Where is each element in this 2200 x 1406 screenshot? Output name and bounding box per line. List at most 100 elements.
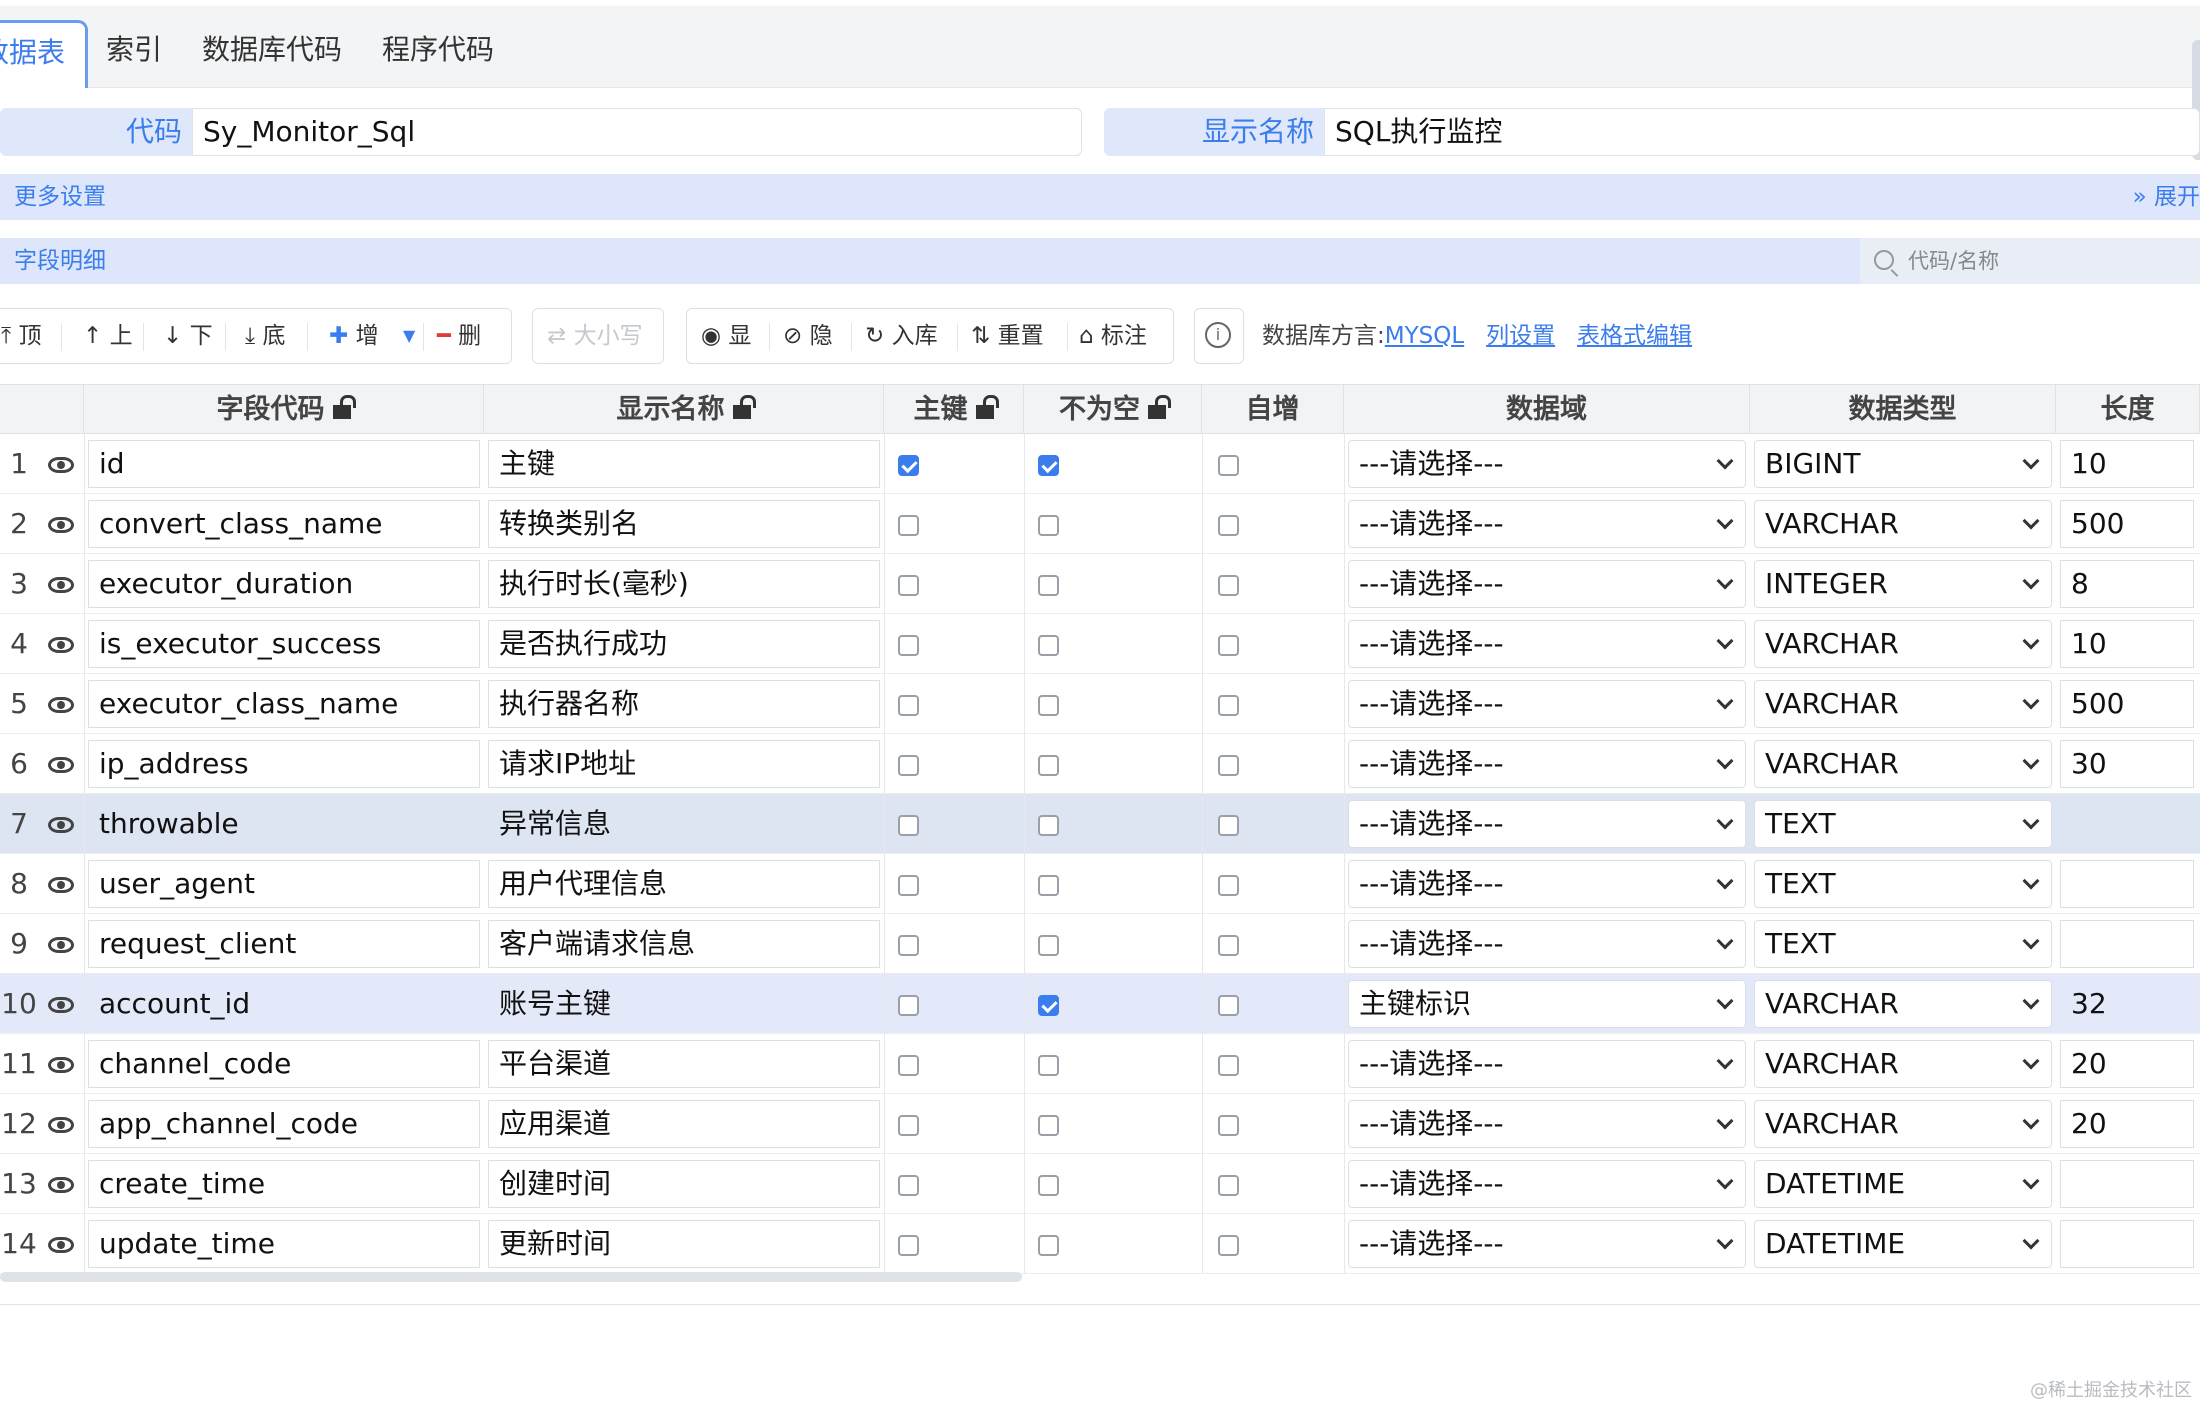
data-type-select[interactable]: VARCHAR (1754, 680, 2052, 728)
header-not-null[interactable]: 不为空 (1024, 384, 1202, 434)
field-code-input[interactable]: channel_code (88, 1040, 480, 1088)
primary-key-checkbox[interactable] (898, 815, 919, 836)
data-type-select[interactable]: TEXT (1754, 860, 2052, 908)
eye-icon[interactable] (48, 997, 74, 1013)
auto-increment-checkbox[interactable] (1218, 755, 1239, 776)
eye-icon[interactable] (48, 817, 74, 833)
length-input[interactable]: 8 (2060, 560, 2194, 608)
data-domain-select[interactable]: ---请选择--- (1348, 1100, 1746, 1148)
field-code-input[interactable]: is_executor_success (88, 620, 480, 668)
eye-icon[interactable] (48, 1117, 74, 1133)
not-null-checkbox[interactable] (1038, 1175, 1059, 1196)
display-name-input[interactable]: 主键 (488, 440, 880, 488)
delete-field-button[interactable]: ━ 删 (437, 309, 481, 363)
auto-increment-checkbox[interactable] (1218, 1175, 1239, 1196)
data-type-select[interactable]: DATETIME (1754, 1220, 2052, 1268)
primary-key-checkbox[interactable] (898, 635, 919, 656)
display-name-input[interactable]: 客户端请求信息 (488, 920, 880, 968)
not-null-checkbox[interactable] (1038, 515, 1059, 536)
not-null-checkbox[interactable] (1038, 1235, 1059, 1256)
move-top-button[interactable]: ⤒ 顶 (1, 309, 41, 363)
table-row[interactable]: 6 ip_address 请求IP地址 ---请选择--- VARCHAR 30 (0, 734, 2200, 794)
table-row[interactable]: 4 is_executor_success 是否执行成功 ---请选择--- VARCH… (0, 614, 2200, 674)
code-input[interactable]: Sy_Monitor_Sql (192, 108, 1082, 156)
table-row[interactable]: 8 user_agent 用户代理信息 ---请选择--- TEXT (0, 854, 2200, 914)
hide-button[interactable]: ⊘ 隐 (783, 309, 833, 363)
data-type-select[interactable]: VARCHAR (1754, 1040, 2052, 1088)
field-code-input[interactable]: convert_class_name (88, 500, 480, 548)
auto-increment-checkbox[interactable] (1218, 635, 1239, 656)
display-name-input[interactable]: 平台渠道 (488, 1040, 880, 1088)
data-domain-select[interactable]: 主键标识 (1348, 980, 1746, 1028)
primary-key-checkbox[interactable] (898, 1175, 919, 1196)
table-edit-link[interactable]: 表格式编辑 (1577, 323, 1692, 349)
unlock-icon[interactable] (975, 395, 999, 419)
data-type-select[interactable]: DATETIME (1754, 1160, 2052, 1208)
data-type-select[interactable]: VARCHAR (1754, 1100, 2052, 1148)
data-domain-select[interactable]: ---请选择--- (1348, 920, 1746, 968)
field-search-input[interactable]: 代码/名称 (1860, 238, 2200, 284)
unlock-icon[interactable] (332, 395, 356, 419)
auto-increment-checkbox[interactable] (1218, 815, 1239, 836)
eye-icon[interactable] (48, 1057, 74, 1073)
not-null-checkbox[interactable] (1038, 455, 1059, 476)
eye-icon[interactable] (48, 1177, 74, 1193)
move-bottom-button[interactable]: ⤓ 底 (245, 309, 285, 363)
header-field-code[interactable]: 字段代码 (84, 384, 484, 434)
table-row[interactable]: 12 app_channel_code 应用渠道 ---请选择--- VARCHAR 20 (0, 1094, 2200, 1154)
auto-increment-checkbox[interactable] (1218, 1235, 1239, 1256)
data-type-select[interactable]: VARCHAR (1754, 500, 2052, 548)
table-row[interactable]: 11 channel_code 平台渠道 ---请选择--- VARCHAR 20 (0, 1034, 2200, 1094)
add-field-button[interactable]: ✚ 增 (329, 309, 379, 363)
primary-key-checkbox[interactable] (898, 455, 919, 476)
field-code-input[interactable]: request_client (88, 920, 480, 968)
show-button[interactable]: ◉ 显 (701, 309, 751, 363)
unlock-icon[interactable] (1148, 395, 1171, 419)
more-settings-bar[interactable]: 更多设置 » 展开 (0, 174, 2200, 220)
not-null-checkbox[interactable] (1038, 815, 1059, 836)
display-name-input[interactable]: 异常信息 (488, 800, 880, 848)
auto-increment-checkbox[interactable] (1218, 1055, 1239, 1076)
eye-icon[interactable] (48, 697, 74, 713)
data-domain-select[interactable]: ---请选择--- (1348, 560, 1746, 608)
auto-increment-checkbox[interactable] (1218, 995, 1239, 1016)
field-code-input[interactable]: create_time (88, 1160, 480, 1208)
display-name-input[interactable]: 是否执行成功 (488, 620, 880, 668)
add-dropdown-icon[interactable]: ▼ (403, 309, 415, 363)
field-code-input[interactable]: throwable (88, 800, 480, 848)
table-row[interactable]: 5 executor_class_name 执行器名称 ---请选择--- VARCHA… (0, 674, 2200, 734)
info-icon[interactable]: i (1205, 322, 1231, 348)
column-settings-link[interactable]: 列设置 (1486, 323, 1555, 349)
eye-icon[interactable] (48, 637, 74, 653)
primary-key-checkbox[interactable] (898, 1115, 919, 1136)
data-type-select[interactable]: INTEGER (1754, 560, 2052, 608)
length-input[interactable]: 30 (2060, 740, 2194, 788)
data-type-select[interactable]: VARCHAR (1754, 980, 2052, 1028)
not-null-checkbox[interactable] (1038, 1055, 1059, 1076)
primary-key-checkbox[interactable] (898, 755, 919, 776)
display-name-input[interactable]: 更新时间 (488, 1220, 880, 1268)
tab-program-code[interactable]: 程序代码 (382, 20, 494, 88)
field-code-input[interactable]: executor_class_name (88, 680, 480, 728)
eye-icon[interactable] (48, 877, 74, 893)
field-code-input[interactable]: id (88, 440, 480, 488)
not-null-checkbox[interactable] (1038, 695, 1059, 716)
eye-icon[interactable] (48, 937, 74, 953)
data-domain-select[interactable]: ---请选择--- (1348, 860, 1746, 908)
not-null-checkbox[interactable] (1038, 635, 1059, 656)
table-row[interactable]: 14 update_time 更新时间 ---请选择--- DATETIME (0, 1214, 2200, 1274)
field-code-input[interactable]: update_time (88, 1220, 480, 1268)
primary-key-checkbox[interactable] (898, 695, 919, 716)
data-domain-select[interactable]: ---请选择--- (1348, 1160, 1746, 1208)
data-type-select[interactable]: BIGINT (1754, 440, 2052, 488)
eye-icon[interactable] (48, 1237, 74, 1253)
display-name-input[interactable]: 转换类别名 (488, 500, 880, 548)
field-code-input[interactable]: user_agent (88, 860, 480, 908)
mark-button[interactable]: ⌂ 标注 (1079, 309, 1147, 363)
field-code-input[interactable]: executor_duration (88, 560, 480, 608)
table-row[interactable]: 1 id 主键 ---请选择--- BIGINT 10 (0, 434, 2200, 494)
primary-key-checkbox[interactable] (898, 1235, 919, 1256)
data-type-select[interactable]: TEXT (1754, 800, 2052, 848)
tab-table[interactable]: 数据表 (0, 20, 88, 88)
data-domain-select[interactable]: ---请选择--- (1348, 740, 1746, 788)
